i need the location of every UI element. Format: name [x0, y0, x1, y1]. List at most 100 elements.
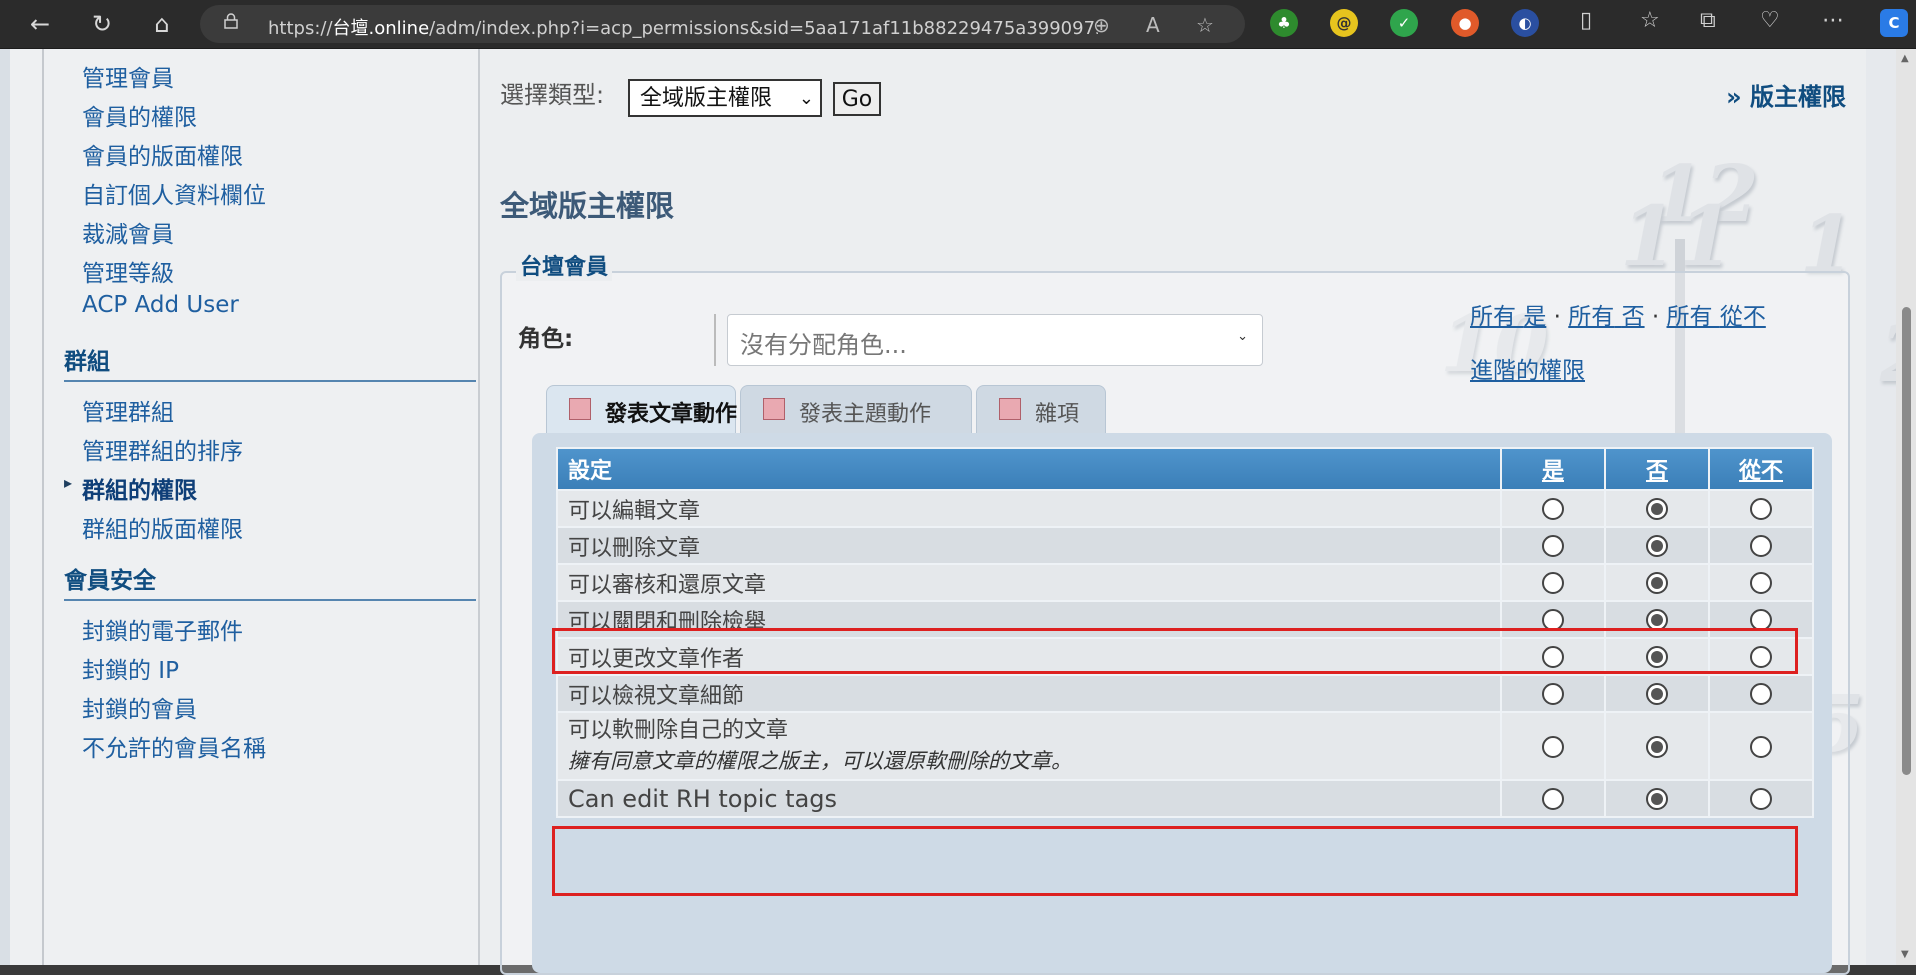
radio-never[interactable] — [1750, 572, 1772, 594]
radio-yes[interactable] — [1542, 498, 1564, 520]
column-header-yes[interactable]: 是 — [1500, 447, 1606, 491]
extension-color-icon[interactable]: ● — [1451, 9, 1479, 37]
sidebar-item-group-forum-permissions[interactable]: 群組的版面權限 — [82, 510, 243, 544]
sidebar-item-manage-ranks[interactable]: 管理等級 — [82, 254, 174, 288]
highlight-box — [552, 826, 1798, 896]
sidebar-item-user-forum-permissions[interactable]: 會員的版面權限 — [82, 137, 243, 171]
radio-no[interactable] — [1646, 535, 1668, 557]
column-header-never[interactable]: 從不 — [1708, 447, 1814, 491]
all-yes-link[interactable]: 所有 是 — [1470, 304, 1546, 330]
tab-topic-actions[interactable]: 發表主題動作 — [740, 385, 972, 433]
radio-yes[interactable] — [1542, 572, 1564, 594]
role-label: 角色: — [518, 326, 574, 352]
all-no-link[interactable]: 所有 否 — [1568, 304, 1644, 330]
highlight-box — [552, 628, 1798, 674]
go-button[interactable]: Go — [833, 82, 881, 116]
favorite-star-icon[interactable]: ☆ — [1196, 13, 1214, 37]
read-aloud-icon[interactable]: A — [1146, 13, 1160, 37]
lock-icon — [224, 13, 238, 29]
permission-label: 可以檢視文章細節 — [556, 674, 1502, 713]
collections-icon[interactable]: ⧉ — [1700, 8, 1716, 33]
tab-posting-actions[interactable]: 發表文章動作 — [546, 385, 738, 433]
sidebar-item-group-permissions[interactable]: 群組的權限 — [82, 471, 197, 505]
advanced-permissions-link[interactable]: 進階的權限 — [1470, 358, 1585, 384]
radio-no[interactable] — [1646, 735, 1668, 758]
sidebar-item-manage-users[interactable]: 管理會員 — [82, 59, 174, 93]
extension-blue-icon[interactable]: ◐ — [1511, 9, 1539, 37]
url-text: https://台壇.online/adm/index.php?i=acp_pe… — [268, 18, 1098, 39]
column-header-no[interactable]: 否 — [1604, 447, 1710, 491]
extension-at-icon[interactable]: @ — [1330, 9, 1358, 37]
table-row: 可以刪除文章 — [556, 526, 1814, 565]
separator: · — [1553, 304, 1561, 330]
group-legend: 台壇會員 — [516, 249, 613, 281]
favorites-icon[interactable]: ☆ — [1640, 8, 1660, 33]
sidebar-item-acp-add-user[interactable]: ACP Add User — [82, 292, 239, 318]
active-arrow-icon: ▸ — [64, 473, 73, 492]
sidebar-item-prune-users[interactable]: 裁減會員 — [82, 215, 174, 249]
tab-label: 發表主題動作 — [799, 402, 932, 427]
tab-misc[interactable]: 雜項 — [976, 385, 1106, 433]
permission-label: 可以軟刪除自己的文章 — [568, 718, 789, 743]
moderator-permissions-link[interactable]: » 版主權限 — [1726, 77, 1846, 112]
permission-label: 可以編輯文章 — [556, 489, 1502, 528]
page-area: 管理會員 會員的權限 會員的版面權限 自訂個人資料欄位 裁減會員 管理等級 AC… — [0, 49, 1916, 975]
radio-no[interactable] — [1646, 498, 1668, 520]
radio-yes[interactable] — [1542, 735, 1564, 758]
address-bar[interactable]: https://台壇.online/adm/index.php?i=acp_pe… — [200, 5, 1245, 43]
scroll-thumb[interactable] — [1902, 307, 1911, 775]
radio-never[interactable] — [1750, 788, 1772, 810]
radio-never[interactable] — [1750, 498, 1772, 520]
refresh-icon[interactable]: ↻ — [84, 6, 120, 42]
radio-no[interactable] — [1646, 788, 1668, 810]
table-row: 可以軟刪除自己的文章 擁有同意文章的權限之版主，可以還原軟刪除的文章。 — [556, 711, 1814, 781]
radio-yes[interactable] — [1542, 788, 1564, 810]
table-row: Can edit RH topic tags — [556, 779, 1814, 818]
sidebar-item-custom-profile-fields[interactable]: 自訂個人資料欄位 — [82, 176, 266, 210]
radio-never[interactable] — [1750, 683, 1772, 705]
sidebar-heading-security: 會員安全 — [64, 561, 476, 601]
radio-no[interactable] — [1646, 683, 1668, 705]
scroll-down-icon[interactable]: ▼ — [1901, 949, 1909, 960]
health-icon[interactable]: ♡ — [1760, 8, 1780, 33]
home-icon[interactable]: ⌂ — [144, 6, 180, 42]
tab-status-icon — [569, 398, 591, 420]
radio-no[interactable] — [1646, 572, 1668, 594]
sidebar-item-banned-ips[interactable]: 封鎖的 IP — [82, 651, 179, 685]
table-row: 可以檢視文章細節 — [556, 674, 1814, 713]
radio-yes[interactable] — [1542, 683, 1564, 705]
chevron-down-icon: ⌄ — [798, 88, 814, 109]
page-title: 全域版主權限 — [500, 189, 675, 223]
tab-status-icon — [763, 398, 785, 420]
copilot-icon[interactable]: C — [1880, 9, 1908, 37]
radio-yes[interactable] — [1542, 535, 1564, 557]
sidebar-item-banned-emails[interactable]: 封鎖的電子郵件 — [82, 612, 243, 646]
back-icon[interactable]: ← — [22, 6, 58, 42]
browser-toolbar: ← ↻ ⌂ https://台壇.online/adm/index.php?i=… — [0, 0, 1916, 49]
sidebar-item-banned-users[interactable]: 封鎖的會員 — [82, 690, 197, 724]
permission-explain: 擁有同意文章的權限之版主，可以還原軟刪除的文章。 — [568, 749, 1072, 773]
zoom-icon[interactable]: ⊕ — [1093, 13, 1110, 37]
more-menu-icon[interactable]: ⋯ — [1822, 8, 1844, 33]
sidebar-item-manage-groups[interactable]: 管理群組 — [82, 393, 174, 427]
sidebar-item-disallowed-names[interactable]: 不允許的會員名稱 — [82, 729, 266, 763]
permission-type-select[interactable]: 全域版主權限 ⌄ — [628, 79, 822, 117]
radio-never[interactable] — [1750, 735, 1772, 758]
scroll-up-icon[interactable]: ▲ — [1901, 53, 1909, 64]
all-never-link[interactable]: 所有 從不 — [1667, 304, 1766, 330]
chevron-down-icon: ⌄ — [1237, 329, 1248, 344]
sidebar-item-user-permissions[interactable]: 會員的權限 — [82, 98, 197, 132]
sidebar-item-group-order[interactable]: 管理群組的排序 — [82, 432, 243, 466]
role-select[interactable]: 沒有分配角色... ⌄ — [727, 314, 1263, 366]
role-placeholder: 沒有分配角色... — [740, 331, 907, 359]
permission-label: Can edit RH topic tags — [556, 779, 1502, 818]
tab-label: 發表文章動作 — [605, 402, 738, 427]
table-row: 可以審核和還原文章 — [556, 563, 1814, 602]
radio-never[interactable] — [1750, 535, 1772, 557]
split-screen-icon[interactable]: ▯ — [1580, 8, 1592, 33]
permission-label: 可以刪除文章 — [556, 526, 1502, 565]
permission-type-value: 全域版主權限 — [640, 86, 773, 111]
scrollbar[interactable]: ▲ ▼ — [1896, 49, 1916, 965]
extension-leaf-icon[interactable]: ♣ — [1270, 9, 1298, 37]
extension-shield-icon[interactable]: ✓ — [1390, 9, 1418, 37]
